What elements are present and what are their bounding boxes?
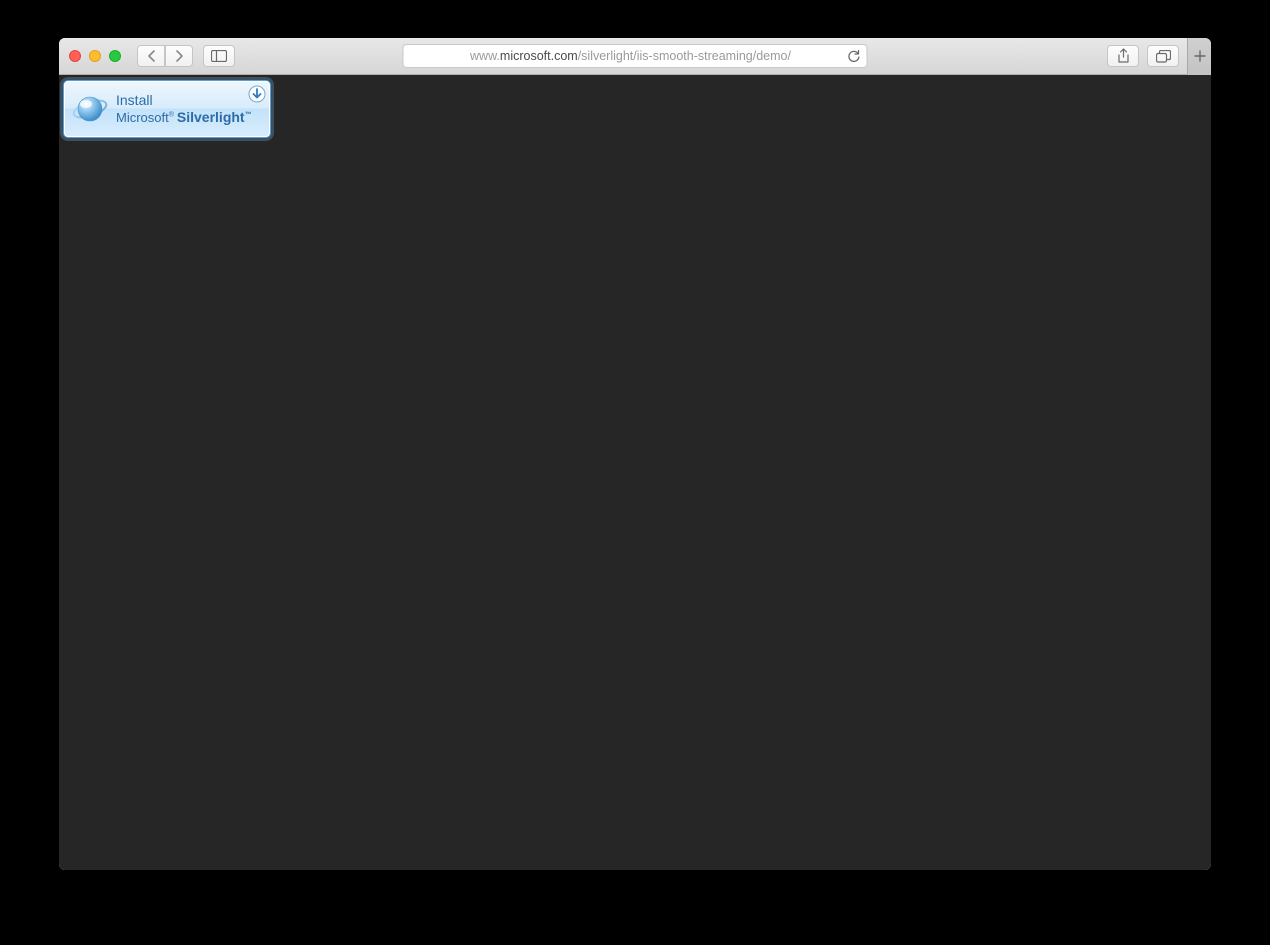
window-controls	[69, 50, 121, 62]
minimize-window-button[interactable]	[89, 50, 101, 62]
url-suffix: /silverlight/iis-smooth-streaming/demo/	[578, 49, 791, 63]
forward-button[interactable]	[165, 45, 193, 67]
url-prefix: www.	[470, 49, 500, 63]
chevron-right-icon	[175, 50, 184, 62]
safari-window: www.microsoft.com/silverlight/iis-smooth…	[59, 38, 1211, 870]
plus-icon	[1194, 50, 1206, 62]
tabs-icon	[1156, 50, 1171, 63]
chevron-left-icon	[147, 50, 156, 62]
tab-strip-right	[1187, 38, 1211, 75]
share-button[interactable]	[1107, 45, 1139, 67]
reload-button[interactable]	[848, 49, 861, 63]
brand-name: Silverlight™	[177, 109, 252, 125]
sidebar-icon	[211, 50, 227, 62]
new-tab-button[interactable]	[1187, 38, 1211, 75]
page-content: Install Microsoft® Silverlight™	[59, 75, 1211, 870]
silverlight-brand: Microsoft® Silverlight™	[116, 109, 252, 126]
sidebar-toggle-button[interactable]	[203, 45, 235, 67]
address-bar[interactable]: www.microsoft.com/silverlight/iis-smooth…	[403, 44, 868, 68]
maximize-window-button[interactable]	[109, 50, 121, 62]
safari-toolbar: www.microsoft.com/silverlight/iis-smooth…	[59, 38, 1211, 75]
brand-prefix: Microsoft®	[116, 111, 174, 126]
download-arrow-icon	[248, 85, 266, 103]
reload-icon	[848, 49, 861, 63]
right-toolbar-controls	[1107, 38, 1201, 75]
close-window-button[interactable]	[69, 50, 81, 62]
url-domain: microsoft.com	[500, 49, 578, 63]
share-icon	[1117, 48, 1130, 64]
back-button[interactable]	[137, 45, 165, 67]
silverlight-globe-icon	[72, 91, 108, 127]
install-label: Install	[116, 92, 252, 108]
install-silverlight-badge[interactable]: Install Microsoft® Silverlight™	[63, 80, 271, 138]
tabs-overview-button[interactable]	[1147, 45, 1179, 67]
nav-button-group	[137, 45, 193, 67]
silverlight-badge-text: Install Microsoft® Silverlight™	[116, 92, 252, 125]
url-display: www.microsoft.com/silverlight/iis-smooth…	[414, 49, 848, 63]
